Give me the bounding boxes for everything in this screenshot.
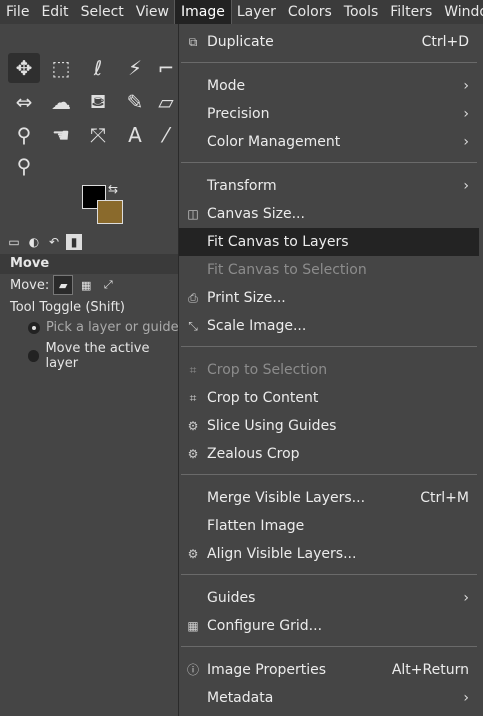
- submenu-arrow-icon: ›: [463, 178, 469, 194]
- menu-layer[interactable]: Layer: [231, 0, 282, 24]
- menu-item-flatten-image[interactable]: Flatten Image: [179, 512, 479, 540]
- menu-item-canvas-size[interactable]: ◫ Canvas Size...: [179, 200, 479, 228]
- crop-icon: ⌗: [189, 391, 197, 405]
- rect-select-icon[interactable]: ⬚: [45, 53, 77, 83]
- duplicate-icon: ⧉: [188, 35, 198, 49]
- smudge-icon[interactable]: ☚: [45, 120, 77, 150]
- bucket-fill-icon[interactable]: ⛾: [82, 87, 114, 117]
- menu-separator: [181, 346, 477, 347]
- menu-item-fit-canvas-to-selection[interactable]: Fit Canvas to Selection: [179, 256, 479, 284]
- paintbrush-icon[interactable]: ✎: [119, 87, 151, 117]
- move-mode-row: Move: ▰ ▦ ⤢: [10, 275, 117, 295]
- menu-item-duplicate[interactable]: ⧉ Duplicate Ctrl+D: [179, 28, 479, 56]
- toolbox: ✥ ⬚ ℓ ⚡ ⌐ ⇔ ☁ ⛾ ✎ ▱ ⚲ ☚ ⤧ A ⁄ ⚲ ⇆ ▭ ◐ ↶ …: [0, 24, 180, 716]
- crop-icon: ⌗: [189, 363, 197, 377]
- align-icon: ⚙: [187, 547, 199, 561]
- menu-item-transform[interactable]: Transform ›: [179, 172, 479, 200]
- print-icon: ⎙: [188, 291, 198, 305]
- unified-transform-icon[interactable]: ⇔: [8, 87, 40, 117]
- menu-item-crop-to-content[interactable]: ⌗ Crop to Content: [179, 384, 479, 412]
- submenu-arrow-icon: ›: [463, 690, 469, 706]
- tool-toggle-label: Tool Toggle (Shift): [10, 300, 126, 315]
- menu-item-color-management[interactable]: Color Management ›: [179, 128, 479, 156]
- submenu-arrow-icon: ›: [463, 134, 469, 150]
- menu-item-print-size[interactable]: ⎙ Print Size...: [179, 284, 479, 312]
- menu-item-metadata[interactable]: Metadata ›: [179, 684, 479, 712]
- submenu-arrow-icon: ›: [463, 590, 469, 606]
- menu-image[interactable]: Image: [174, 0, 232, 25]
- scale-icon: ⤡: [188, 319, 198, 333]
- image-menu-dropdown: ⧉ Duplicate Ctrl+D Mode › Precision › Co…: [178, 24, 483, 716]
- menu-select[interactable]: Select: [75, 0, 130, 24]
- menubar: File Edit Select View Image Layer Colors…: [0, 0, 483, 25]
- menu-edit[interactable]: Edit: [35, 0, 74, 24]
- undo-history-tab-icon[interactable]: ↶: [46, 234, 62, 250]
- menu-filters[interactable]: Filters: [384, 0, 438, 24]
- menu-window[interactable]: Window: [438, 0, 483, 24]
- radio-move-active-dot[interactable]: [28, 350, 40, 362]
- text-tool-icon[interactable]: A: [119, 120, 151, 150]
- menu-separator: [181, 474, 477, 475]
- menu-item-merge-visible-layers[interactable]: Merge Visible Layers... Ctrl+M: [179, 484, 479, 512]
- background-color-swatch[interactable]: [97, 200, 123, 224]
- menu-item-configure-grid[interactable]: ▦ Configure Grid...: [179, 612, 479, 640]
- swap-colors-icon[interactable]: ⇆: [108, 182, 118, 196]
- paths-icon[interactable]: ⤧: [82, 120, 114, 150]
- canvas-size-icon: ◫: [187, 207, 199, 221]
- move-path-mode-icon[interactable]: ⤢: [99, 276, 117, 294]
- move-layer-mode-icon[interactable]: ▰: [53, 275, 74, 295]
- clone-icon[interactable]: ⚲: [8, 120, 40, 150]
- menu-item-fit-canvas-to-layers[interactable]: Fit Canvas to Layers: [179, 228, 479, 256]
- move-label: Move:: [10, 277, 50, 293]
- menu-item-crop-to-selection[interactable]: ⌗ Crop to Selection: [179, 356, 479, 384]
- info-icon: ⓘ: [186, 663, 199, 677]
- radio-move-active-label: Move the active layer: [45, 341, 150, 371]
- menu-item-scale-image[interactable]: ⤡ Scale Image...: [179, 312, 479, 340]
- zealous-icon: ⚙: [187, 447, 199, 461]
- menu-colors[interactable]: Colors: [282, 0, 338, 24]
- menu-item-image-properties[interactable]: ⓘ Image Properties Alt+Return: [179, 656, 479, 684]
- menu-item-zealous-crop[interactable]: ⚙ Zealous Crop: [179, 440, 479, 468]
- dock-tabs: ▭ ◐ ↶ ▮: [6, 233, 82, 251]
- submenu-arrow-icon: ›: [463, 106, 469, 122]
- slice-icon: ⚙: [187, 419, 199, 433]
- grid-icon: ▦: [187, 619, 199, 633]
- menu-item-guides[interactable]: Guides ›: [179, 584, 479, 612]
- menu-separator: [181, 62, 477, 63]
- menu-separator: [181, 574, 477, 575]
- menu-item-align-visible-layers[interactable]: ⚙ Align Visible Layers...: [179, 540, 479, 568]
- radio-pick-layer-label: Pick a layer or guide: [46, 320, 179, 335]
- radio-pick-layer-dot[interactable]: [28, 321, 40, 334]
- menu-view[interactable]: View: [130, 0, 175, 24]
- menu-item-precision[interactable]: Precision ›: [179, 100, 479, 128]
- radio-pick-layer[interactable]: Pick a layer or guide: [28, 320, 179, 335]
- lasso-icon[interactable]: ℓ: [82, 53, 114, 83]
- fuzzy-select-icon[interactable]: ⚡: [119, 53, 151, 83]
- device-status-tab-icon[interactable]: ◐: [26, 234, 42, 250]
- zoom-icon[interactable]: ⚲: [8, 151, 40, 181]
- warp-icon[interactable]: ☁: [45, 87, 77, 117]
- images-tab-icon[interactable]: ▮: [66, 234, 82, 250]
- menu-separator: [181, 646, 477, 647]
- menu-item-slice-using-guides[interactable]: ⚙ Slice Using Guides: [179, 412, 479, 440]
- menu-item-mode[interactable]: Mode ›: [179, 72, 479, 100]
- tool-options-tab-icon[interactable]: ▭: [6, 234, 22, 250]
- menu-file[interactable]: File: [0, 0, 35, 24]
- menu-separator: [181, 162, 477, 163]
- move-tool-icon[interactable]: ✥: [8, 53, 40, 83]
- move-selection-mode-icon[interactable]: ▦: [77, 276, 95, 294]
- radio-move-active[interactable]: Move the active layer: [28, 341, 180, 371]
- submenu-arrow-icon: ›: [463, 78, 469, 94]
- tool-options-title: Move: [0, 254, 180, 274]
- menu-tools[interactable]: Tools: [338, 0, 385, 24]
